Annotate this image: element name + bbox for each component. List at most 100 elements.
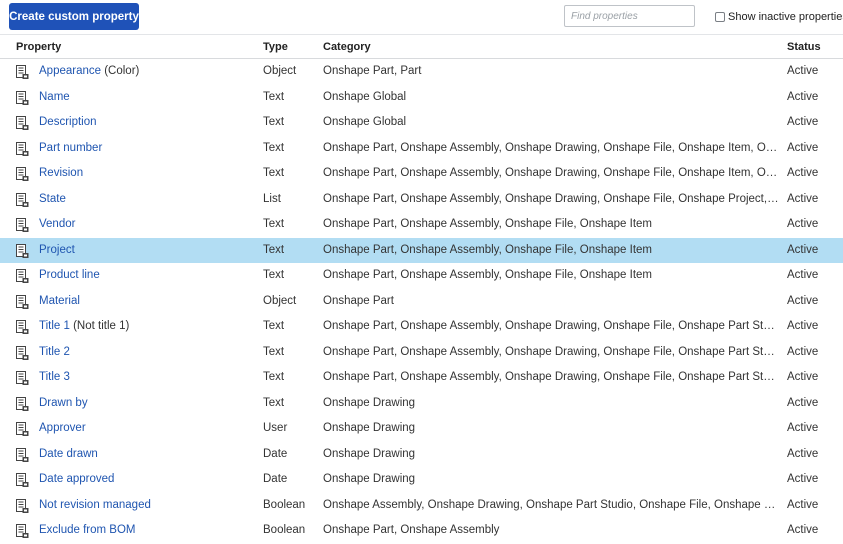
property-type: Text (263, 167, 285, 179)
table-row[interactable]: Date approved Date Onshape Drawing Activ… (0, 467, 843, 493)
table-row[interactable]: Product line Text Onshape Part, Onshape … (0, 263, 843, 289)
property-document-icon (14, 192, 30, 208)
property-name[interactable]: Product line (39, 269, 254, 281)
column-header-property[interactable]: Property (16, 41, 61, 53)
property-table-body: Appearance (Color) Object Onshape Part, … (0, 59, 843, 544)
property-name[interactable]: Approver (39, 422, 254, 434)
property-type: Text (263, 141, 285, 154)
table-row[interactable]: Appearance (Color) Object Onshape Part, … (0, 59, 843, 85)
property-name-text[interactable]: Approver (39, 422, 86, 434)
property-name-text[interactable]: Date approved (39, 473, 114, 485)
property-status: Active (787, 294, 819, 307)
property-name[interactable]: Not revision managed (39, 499, 254, 511)
show-inactive-toggle[interactable]: Show inactive properties (715, 9, 843, 25)
property-name-text[interactable]: Title 2 (39, 346, 70, 358)
property-category: Onshape Drawing (323, 396, 416, 409)
table-row[interactable]: Date drawn Date Onshape Drawing Active (0, 442, 843, 468)
property-name-suffix: (Not title 1) (69, 320, 130, 332)
property-status: Active (787, 269, 819, 281)
property-status: Active (787, 218, 819, 230)
property-name-text[interactable]: Exclude from BOM (39, 524, 136, 536)
property-category: Onshape Part, Onshape Assembly, Onshape … (323, 320, 781, 332)
property-type: Text (263, 269, 285, 281)
table-row[interactable]: Project Text Onshape Part, Onshape Assem… (0, 237, 843, 263)
property-name-text[interactable]: Drawn by (39, 397, 88, 409)
table-row[interactable]: Part number Text Onshape Part, Onshape A… (0, 136, 843, 162)
table-row[interactable]: Approver User Onshape Drawing Active (0, 416, 843, 442)
property-name[interactable]: Name (39, 91, 254, 103)
show-inactive-checkbox[interactable] (715, 12, 725, 22)
property-type: Boolean (263, 524, 306, 536)
property-category: Onshape Part, Onshape Assembly, Onshape … (323, 167, 781, 179)
property-name-text[interactable]: Material (39, 295, 80, 307)
property-name[interactable]: Date drawn (39, 448, 254, 460)
property-status: Active (787, 345, 819, 358)
property-name[interactable]: Title 2 (39, 346, 254, 358)
show-inactive-label: Show inactive properties (728, 11, 843, 23)
property-type: User (263, 422, 288, 434)
property-category: Onshape Drawing (323, 473, 416, 485)
property-document-icon (14, 421, 30, 437)
table-row[interactable]: State List Onshape Part, Onshape Assembl… (0, 187, 843, 213)
property-name[interactable]: Description (39, 116, 254, 128)
property-name-text[interactable]: Revision (39, 167, 83, 179)
property-name[interactable]: Material (39, 295, 254, 307)
property-name[interactable]: State (39, 193, 254, 205)
table-row[interactable]: Vendor Text Onshape Part, Onshape Assemb… (0, 212, 843, 238)
table-row[interactable]: Not revision managed Boolean Onshape Ass… (0, 493, 843, 519)
property-name[interactable]: Title 3 (39, 371, 254, 383)
property-category: Onshape Part, Part (323, 65, 422, 77)
property-name[interactable]: Date approved (39, 473, 254, 485)
column-header-type[interactable]: Type (263, 41, 288, 53)
property-type: Text (263, 218, 285, 230)
property-name[interactable]: Title 1 (Not title 1) (39, 320, 254, 332)
property-document-icon (14, 523, 30, 539)
table-row[interactable]: Title 1 (Not title 1) Text Onshape Part,… (0, 314, 843, 340)
property-document-icon (14, 217, 30, 233)
table-row[interactable]: Description Text Onshape Global Active (0, 110, 843, 136)
property-name[interactable]: Project (39, 244, 254, 256)
property-status: Active (787, 116, 819, 128)
property-category: Onshape Part (323, 294, 394, 307)
table-row[interactable]: Title 3 Text Onshape Part, Onshape Assem… (0, 365, 843, 391)
table-row[interactable]: Material Object Onshape Part Active (0, 289, 843, 315)
property-name[interactable]: Revision (39, 167, 254, 179)
property-name-text[interactable]: Not revision managed (39, 499, 151, 511)
find-properties-input[interactable] (564, 5, 695, 27)
property-status: Active (787, 498, 819, 511)
property-name[interactable]: Part number (39, 142, 254, 154)
property-name-text[interactable]: State (39, 193, 66, 205)
column-header-status[interactable]: Status (787, 41, 821, 53)
property-name-text[interactable]: Title 1 (39, 320, 70, 332)
property-name-text[interactable]: Date drawn (39, 448, 98, 460)
property-category: Onshape Part, Onshape Assembly, Onshape … (323, 141, 781, 154)
property-type: Date (263, 447, 288, 460)
table-row[interactable]: Exclude from BOM Boolean Onshape Part, O… (0, 518, 843, 544)
property-type: Date (263, 473, 288, 485)
table-row[interactable]: Name Text Onshape Global Active (0, 85, 843, 111)
property-document-icon (14, 64, 30, 80)
property-name-text[interactable]: Appearance (39, 65, 101, 77)
property-name-text[interactable]: Description (39, 116, 97, 128)
property-name-text[interactable]: Product line (39, 269, 100, 281)
property-name[interactable]: Exclude from BOM (39, 524, 254, 536)
table-row[interactable]: Title 2 Text Onshape Part, Onshape Assem… (0, 340, 843, 366)
table-row[interactable]: Drawn by Text Onshape Drawing Active (0, 391, 843, 417)
property-name[interactable]: Appearance (Color) (39, 65, 254, 77)
property-type: Text (263, 116, 285, 128)
table-row[interactable]: Revision Text Onshape Part, Onshape Asse… (0, 161, 843, 187)
property-name-text[interactable]: Title 3 (39, 371, 70, 383)
property-category: Onshape Part, Onshape Assembly, Onshape … (323, 371, 781, 383)
property-name-text[interactable]: Project (39, 244, 75, 256)
create-custom-property-button[interactable]: Create custom property (9, 3, 139, 30)
column-header-category[interactable]: Category (323, 41, 371, 53)
property-name-text[interactable]: Vendor (39, 218, 75, 230)
property-document-icon (14, 396, 30, 412)
property-category: Onshape Global (323, 90, 407, 103)
property-category: Onshape Drawing (323, 447, 416, 460)
property-name-text[interactable]: Part number (39, 142, 102, 154)
property-status: Active (787, 65, 819, 77)
property-name[interactable]: Vendor (39, 218, 254, 230)
property-name[interactable]: Drawn by (39, 397, 254, 409)
property-name-text[interactable]: Name (39, 91, 70, 103)
